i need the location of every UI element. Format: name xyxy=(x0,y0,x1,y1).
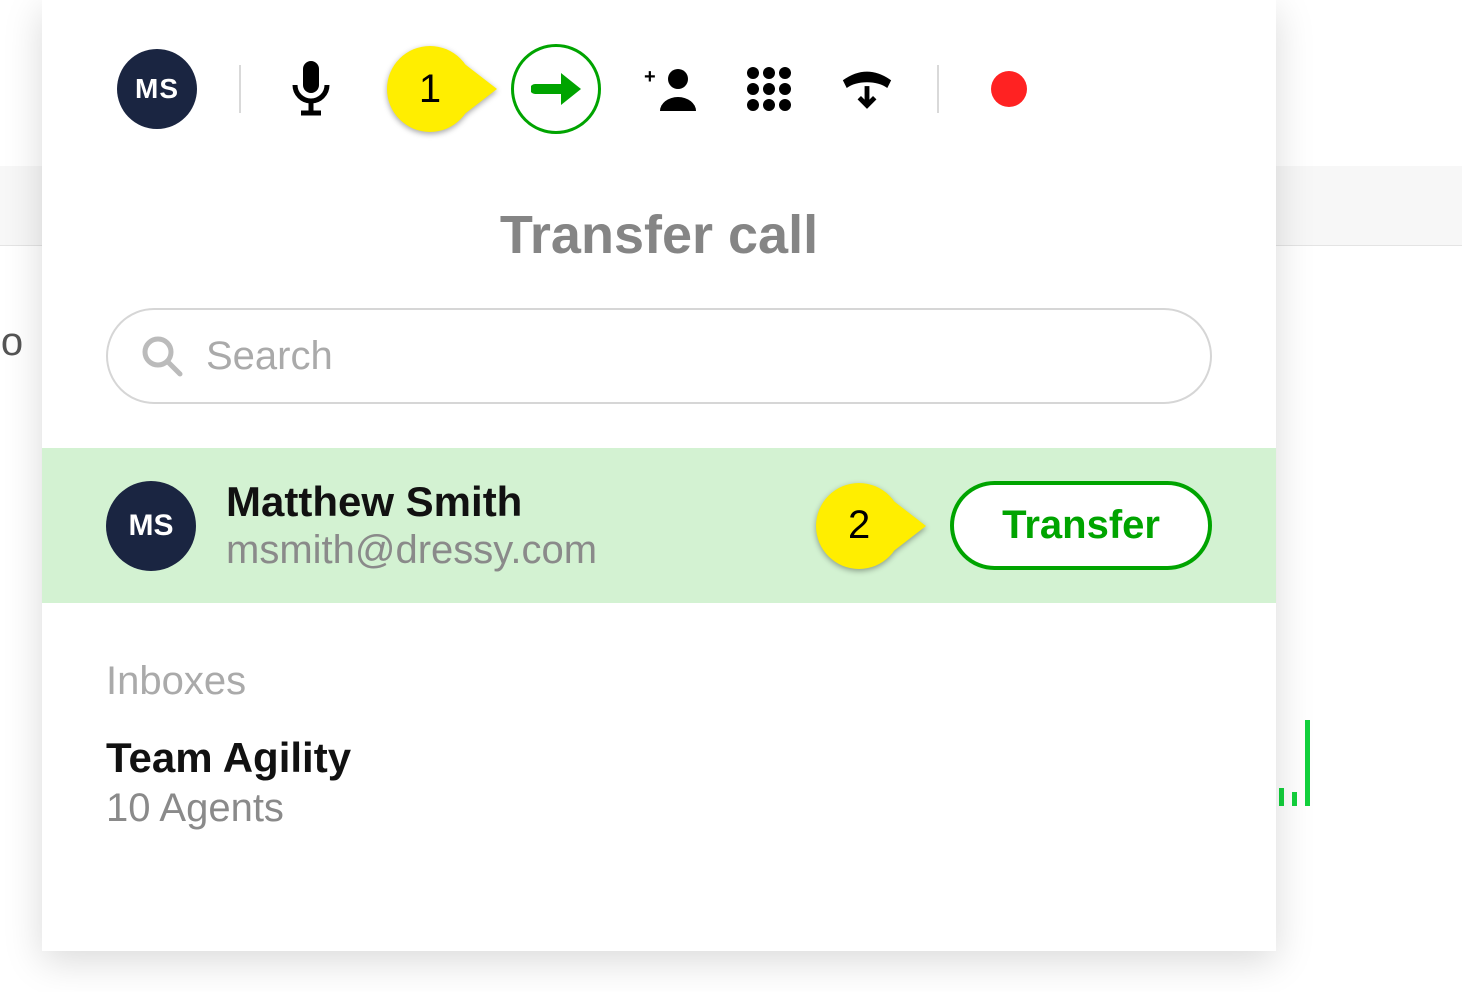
annotation-marker-2: 2 xyxy=(816,483,902,569)
add-person-icon: + xyxy=(644,67,698,111)
transfer-button[interactable]: Transfer xyxy=(950,481,1212,570)
inboxes-section-label: Inboxes xyxy=(106,659,1212,704)
contact-avatar: MS xyxy=(106,481,196,571)
toolbar-divider xyxy=(239,65,241,113)
hangup-icon xyxy=(839,66,895,112)
transfer-call-panel: MS 1 + xyxy=(42,0,1276,951)
transfer-button-label: Transfer xyxy=(1002,503,1160,547)
arrow-right-icon xyxy=(531,69,581,109)
annotation-marker-2-label: 2 xyxy=(848,503,870,548)
inbox-name: Team Agility xyxy=(106,734,1212,782)
caller-avatar[interactable]: MS xyxy=(117,49,197,129)
search-input[interactable] xyxy=(106,308,1212,404)
annotation-1-wrap: 1 xyxy=(387,46,473,132)
annotation-2-wrap: 2 xyxy=(816,483,902,569)
add-participant-button[interactable]: + xyxy=(643,61,699,117)
hangup-button[interactable] xyxy=(839,61,895,117)
mute-button[interactable] xyxy=(283,61,339,117)
record-button[interactable] xyxy=(981,61,1037,117)
inbox-item[interactable]: Team Agility 10 Agents xyxy=(106,734,1212,831)
background-text-fragment: jo xyxy=(0,320,23,365)
panel-title: Transfer call xyxy=(42,204,1276,266)
contact-row[interactable]: MS Matthew Smith msmith@dressy.com 2 Tra… xyxy=(42,448,1276,603)
transfer-call-button[interactable] xyxy=(511,44,601,134)
contact-name: Matthew Smith xyxy=(226,478,786,526)
svg-text:+: + xyxy=(644,67,656,88)
search-icon xyxy=(140,334,184,378)
search-wrap xyxy=(106,308,1212,404)
contact-info: Matthew Smith msmith@dressy.com xyxy=(226,478,786,573)
microphone-icon xyxy=(291,61,331,117)
inbox-subtitle: 10 Agents xyxy=(106,786,1212,831)
call-toolbar: MS 1 + xyxy=(42,0,1276,168)
annotation-marker-1: 1 xyxy=(387,46,473,132)
contact-email: msmith@dressy.com xyxy=(226,528,786,573)
caller-avatar-initials: MS xyxy=(135,73,179,105)
record-icon xyxy=(991,71,1027,107)
dialpad-icon xyxy=(745,65,793,113)
dialpad-button[interactable] xyxy=(741,61,797,117)
annotation-marker-1-label: 1 xyxy=(419,67,441,112)
toolbar-divider-2 xyxy=(937,65,939,113)
contact-avatar-initials: MS xyxy=(129,509,174,543)
